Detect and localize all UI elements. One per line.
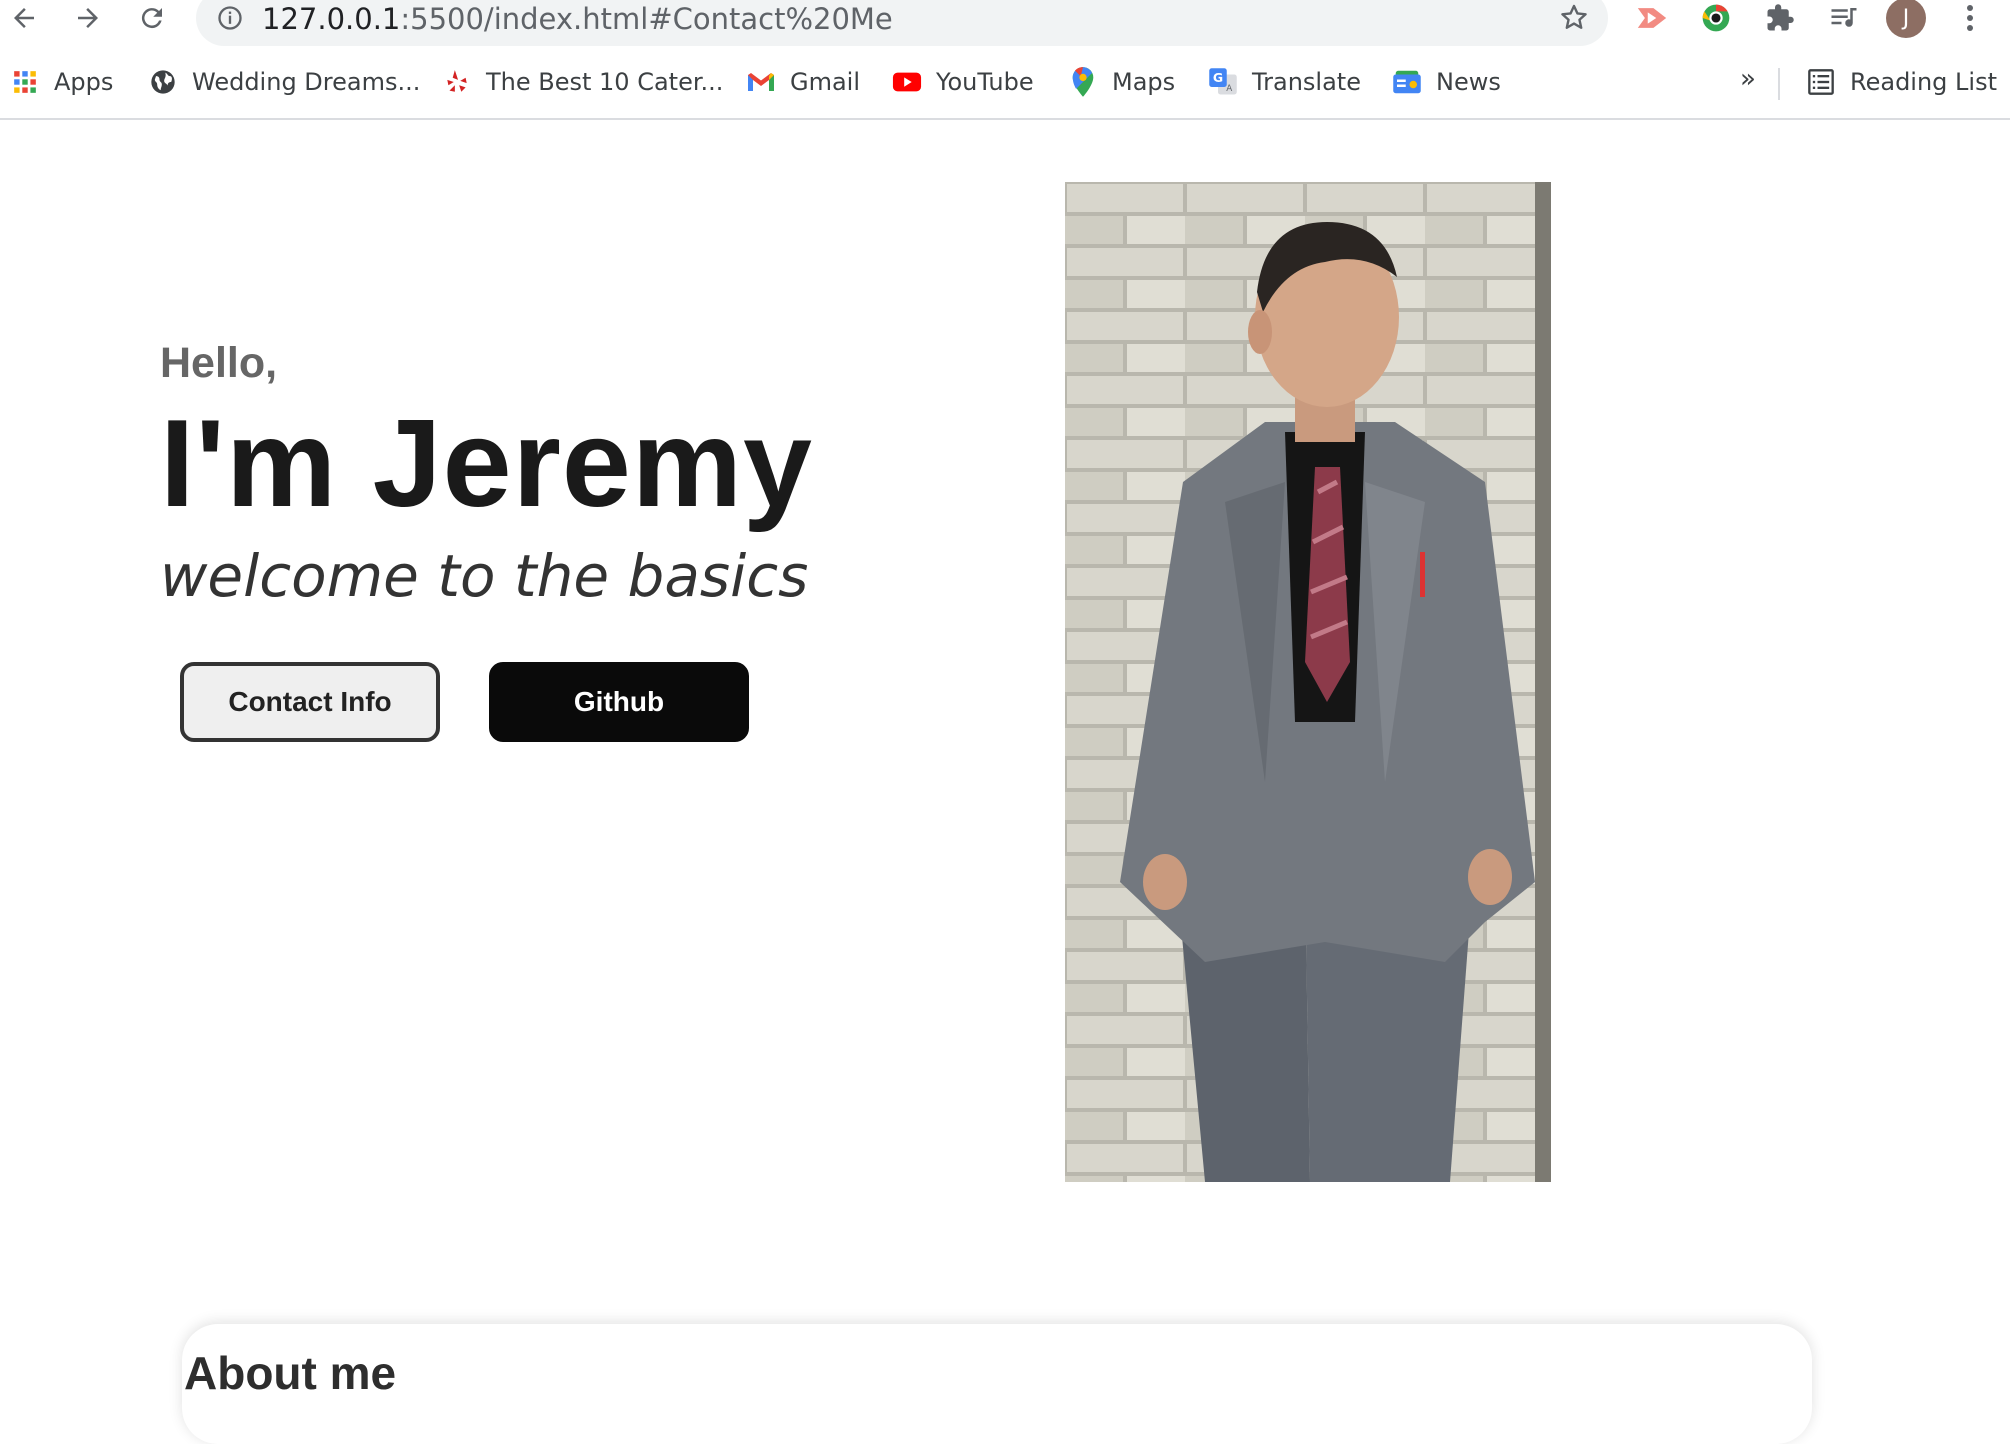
hero-section: Hello, I'm Jeremy welcome to the basics [160, 339, 812, 611]
github-button[interactable]: Github [489, 662, 749, 742]
hero-tagline: welcome to the basics [160, 542, 809, 610]
bookmark-label: Wedding Dreams... [192, 68, 421, 96]
translate-icon: GA [1208, 67, 1238, 97]
bookmark-news[interactable]: News [1392, 58, 1501, 106]
bookmark-label: Apps [54, 68, 114, 96]
gmail-icon [746, 67, 776, 97]
info-icon[interactable] [216, 4, 244, 32]
browser-toolbar: 127.0.0.1:5500/index.html#Contact%20Me J [0, 0, 2010, 46]
bookmark-wedding-dreams[interactable]: Wedding Dreams... [148, 58, 420, 106]
hero-name: I'm Jeremy [160, 395, 814, 533]
bookmark-maps[interactable]: Maps [1068, 58, 1175, 106]
globe-icon [148, 67, 178, 97]
bookmark-best-10-caterers[interactable]: The Best 10 Cater... [442, 58, 723, 106]
profile-avatar[interactable]: J [1886, 0, 1926, 38]
bookmarks-overflow-button[interactable]: » [1740, 64, 1756, 94]
bookmark-translate[interactable]: GA Translate [1208, 58, 1361, 106]
reading-list-icon [1806, 67, 1836, 97]
apps-grid-icon [10, 67, 40, 97]
star-icon[interactable] [1558, 2, 1590, 34]
puzzle-icon[interactable] [1760, 0, 1800, 36]
hero-greeting: Hello, [160, 339, 278, 387]
reload-icon[interactable] [132, 0, 172, 36]
media-icon[interactable] [1824, 0, 1864, 36]
chrome-ext-icon[interactable] [1696, 0, 1736, 36]
maps-icon [1068, 67, 1098, 97]
bookmark-label: YouTube [936, 68, 1034, 96]
url-path: :5500/index.html#Contact%20Me [400, 2, 893, 36]
avatar-initial: J [1886, 0, 1926, 38]
bookmarks-bar: Apps Wedding Dreams... The Best 10 Cater… [0, 58, 2010, 120]
svg-text:G: G [1213, 70, 1223, 85]
about-card: About me [182, 1324, 1812, 1444]
url-host: 127.0.0.1 [262, 2, 401, 36]
forward-icon[interactable] [68, 0, 108, 36]
yelp-icon [442, 67, 472, 97]
back-icon[interactable] [4, 0, 44, 36]
contact-info-button[interactable]: Contact Info [180, 662, 440, 742]
bookmark-label: Translate [1252, 68, 1361, 96]
bookmark-apps[interactable]: Apps [10, 58, 113, 106]
reading-list-label: Reading List [1850, 68, 1997, 96]
bookmark-label: Gmail [790, 68, 861, 96]
cast-icon[interactable] [1632, 0, 1672, 36]
bookmark-label: News [1436, 68, 1501, 96]
menu-icon[interactable] [1950, 0, 1990, 36]
youtube-icon [892, 67, 922, 97]
address-bar[interactable]: 127.0.0.1:5500/index.html#Contact%20Me [196, 0, 1608, 46]
news-icon [1392, 67, 1422, 97]
bookmark-label: The Best 10 Cater... [486, 68, 724, 96]
about-title: About me [184, 1347, 397, 1399]
url-text[interactable]: 127.0.0.1:5500/index.html#Contact%20Me [262, 2, 893, 36]
profile-photo [1065, 182, 1551, 1182]
bookmarks-divider [1778, 68, 1780, 100]
bookmark-label: Maps [1112, 68, 1176, 96]
bookmark-gmail[interactable]: Gmail [746, 58, 860, 106]
reading-list-button[interactable]: Reading List [1806, 58, 1997, 106]
svg-text:A: A [1226, 84, 1232, 94]
bookmark-youtube[interactable]: YouTube [892, 58, 1034, 106]
